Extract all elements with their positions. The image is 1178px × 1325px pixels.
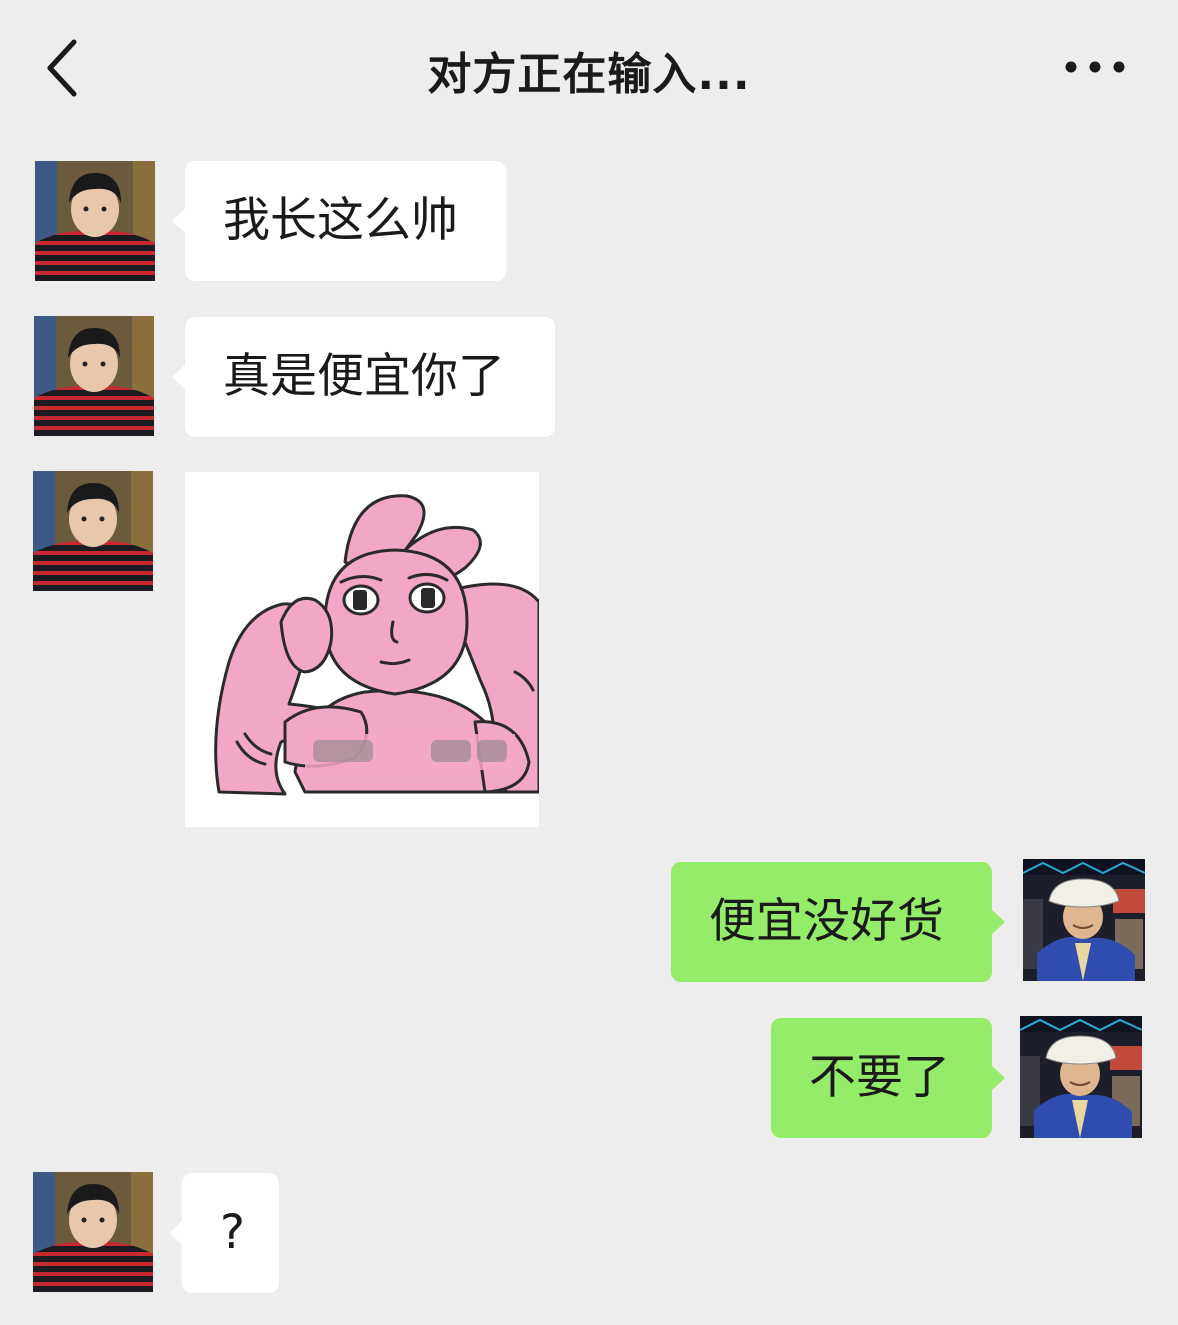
my-avatar[interactable]: [1023, 859, 1145, 981]
message-text: ?: [220, 1205, 245, 1260]
contact-avatar-image: [33, 1172, 153, 1292]
chat-header: 对方正在输入...: [0, 0, 1178, 135]
more-dots-icon: [1065, 61, 1125, 73]
incoming-message-bubble[interactable]: ?: [169, 1173, 279, 1293]
message-text: 便宜没好货: [709, 894, 944, 949]
my-avatar-image: [1020, 1016, 1142, 1138]
contact-avatar-image: [35, 161, 155, 281]
message-text: 我长这么帅: [223, 193, 458, 248]
outgoing-message-bubble[interactable]: 便宜没好货: [671, 862, 1005, 982]
outgoing-message-bubble[interactable]: 不要了: [771, 1018, 1005, 1138]
incoming-message-bubble[interactable]: 真是便宜你了: [172, 317, 555, 437]
sticker-message[interactable]: [185, 472, 539, 827]
my-avatar-image: [1023, 859, 1145, 981]
contact-avatar[interactable]: [33, 1172, 153, 1292]
contact-avatar[interactable]: [35, 161, 155, 281]
more-options-button[interactable]: [1060, 50, 1130, 84]
pink-muscle-bunny-sticker: [214, 494, 539, 796]
message-text: 真是便宜你了: [223, 349, 505, 404]
message-text: 不要了: [809, 1050, 950, 1105]
contact-avatar[interactable]: [33, 471, 153, 591]
contact-avatar-image: [33, 471, 153, 591]
contact-avatar[interactable]: [34, 316, 154, 436]
incoming-message-bubble[interactable]: 我长这么帅: [172, 161, 506, 281]
contact-avatar-image: [34, 316, 154, 436]
my-avatar[interactable]: [1020, 1016, 1142, 1138]
chat-title: 对方正在输入...: [427, 49, 751, 100]
